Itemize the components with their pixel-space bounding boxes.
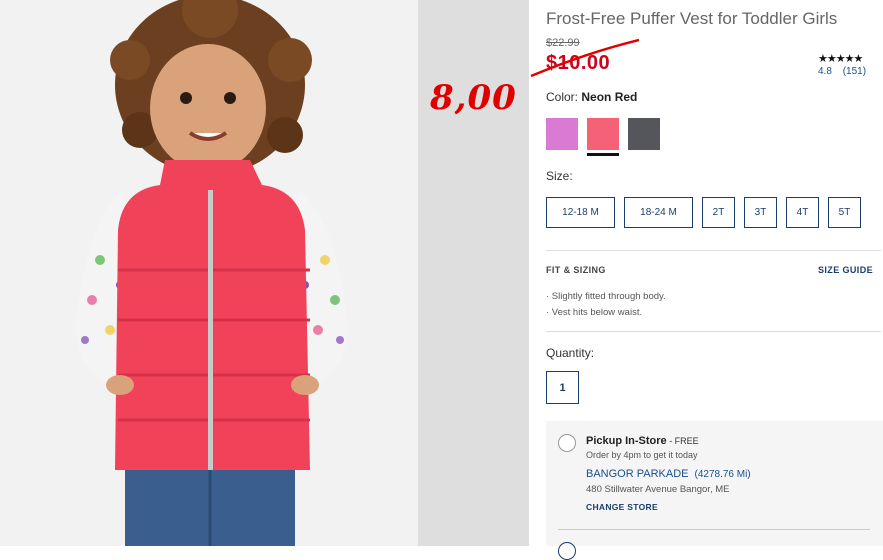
fit-detail-item: · Vest hits below waist. — [546, 307, 643, 318]
rating-stars-icon: ★★★★★ — [818, 53, 863, 65]
pickup-radio[interactable] — [558, 434, 576, 452]
toddler-vest-photo — [0, 0, 418, 546]
size-label: Size: — [546, 169, 573, 183]
divider — [558, 529, 870, 530]
change-store-link[interactable]: CHANGE STORE — [586, 502, 658, 512]
divider — [546, 331, 881, 332]
product-details-panel: Frost-Free Puffer Vest for Toddler Girls… — [529, 0, 883, 560]
fit-details-list: · Slightly fitted through body. · Vest h… — [546, 289, 666, 321]
divider — [546, 250, 881, 251]
size-options: 12-18 M 18-24 M 2T 3T 4T 5T — [546, 197, 870, 228]
product-rating[interactable]: ★★★★★ 4.8 (151) — [818, 52, 878, 77]
original-price: $22.99 — [546, 37, 580, 49]
color-swatches — [546, 118, 669, 156]
product-image[interactable] — [0, 0, 418, 546]
product-title: Frost-Free Puffer Vest for Toddler Girls — [546, 9, 838, 28]
swatch-neon-red[interactable] — [587, 118, 619, 156]
size-guide-link[interactable]: SIZE GUIDE — [818, 265, 873, 275]
pickup-title-text: Pickup In-Store — [586, 435, 667, 447]
pickup-subtitle: Order by 4pm to get it today — [586, 450, 698, 460]
color-label: Color: Neon Red — [546, 90, 637, 104]
fit-sizing-heading: FIT & SIZING — [546, 265, 606, 275]
size-option-12-18m[interactable]: 12-18 M — [546, 197, 615, 228]
color-label-text: Color: — [546, 90, 579, 104]
fit-detail-item: · Slightly fitted through body. — [546, 291, 666, 302]
store-address: 480 Stillwater Avenue Bangor, ME — [586, 484, 730, 495]
pickup-in-store-section: Pickup In-Store - FREE Order by 4pm to g… — [546, 421, 883, 560]
store-name[interactable]: BANGOR PARKADE — [586, 468, 689, 480]
selected-color-name: Neon Red — [581, 90, 638, 104]
ship-option-radio[interactable] — [558, 542, 576, 560]
sale-price: $10.00 — [546, 52, 611, 74]
swatch-gray[interactable] — [628, 118, 660, 150]
size-option-3t[interactable]: 3T — [744, 197, 777, 228]
size-option-4t[interactable]: 4T — [786, 197, 819, 228]
pickup-title: Pickup In-Store - FREE — [586, 435, 699, 447]
rating-count[interactable]: (151) — [843, 66, 866, 77]
swatch-purple[interactable] — [546, 118, 578, 150]
size-option-2t[interactable]: 2T — [702, 197, 735, 228]
size-option-18-24m[interactable]: 18-24 M — [624, 197, 693, 228]
pickup-free-label: - FREE — [666, 436, 699, 446]
store-name-link[interactable]: BANGOR PARKADE (4278.76 Mi) — [586, 468, 751, 480]
size-option-5t[interactable]: 5T — [828, 197, 861, 228]
quantity-label: Quantity: — [546, 346, 595, 360]
store-distance: (4278.76 Mi) — [694, 469, 751, 480]
handwritten-price-annotation: 8,00 — [430, 78, 517, 118]
quantity-selector[interactable]: 1 — [546, 371, 579, 404]
rating-value: 4.8 — [818, 66, 832, 77]
